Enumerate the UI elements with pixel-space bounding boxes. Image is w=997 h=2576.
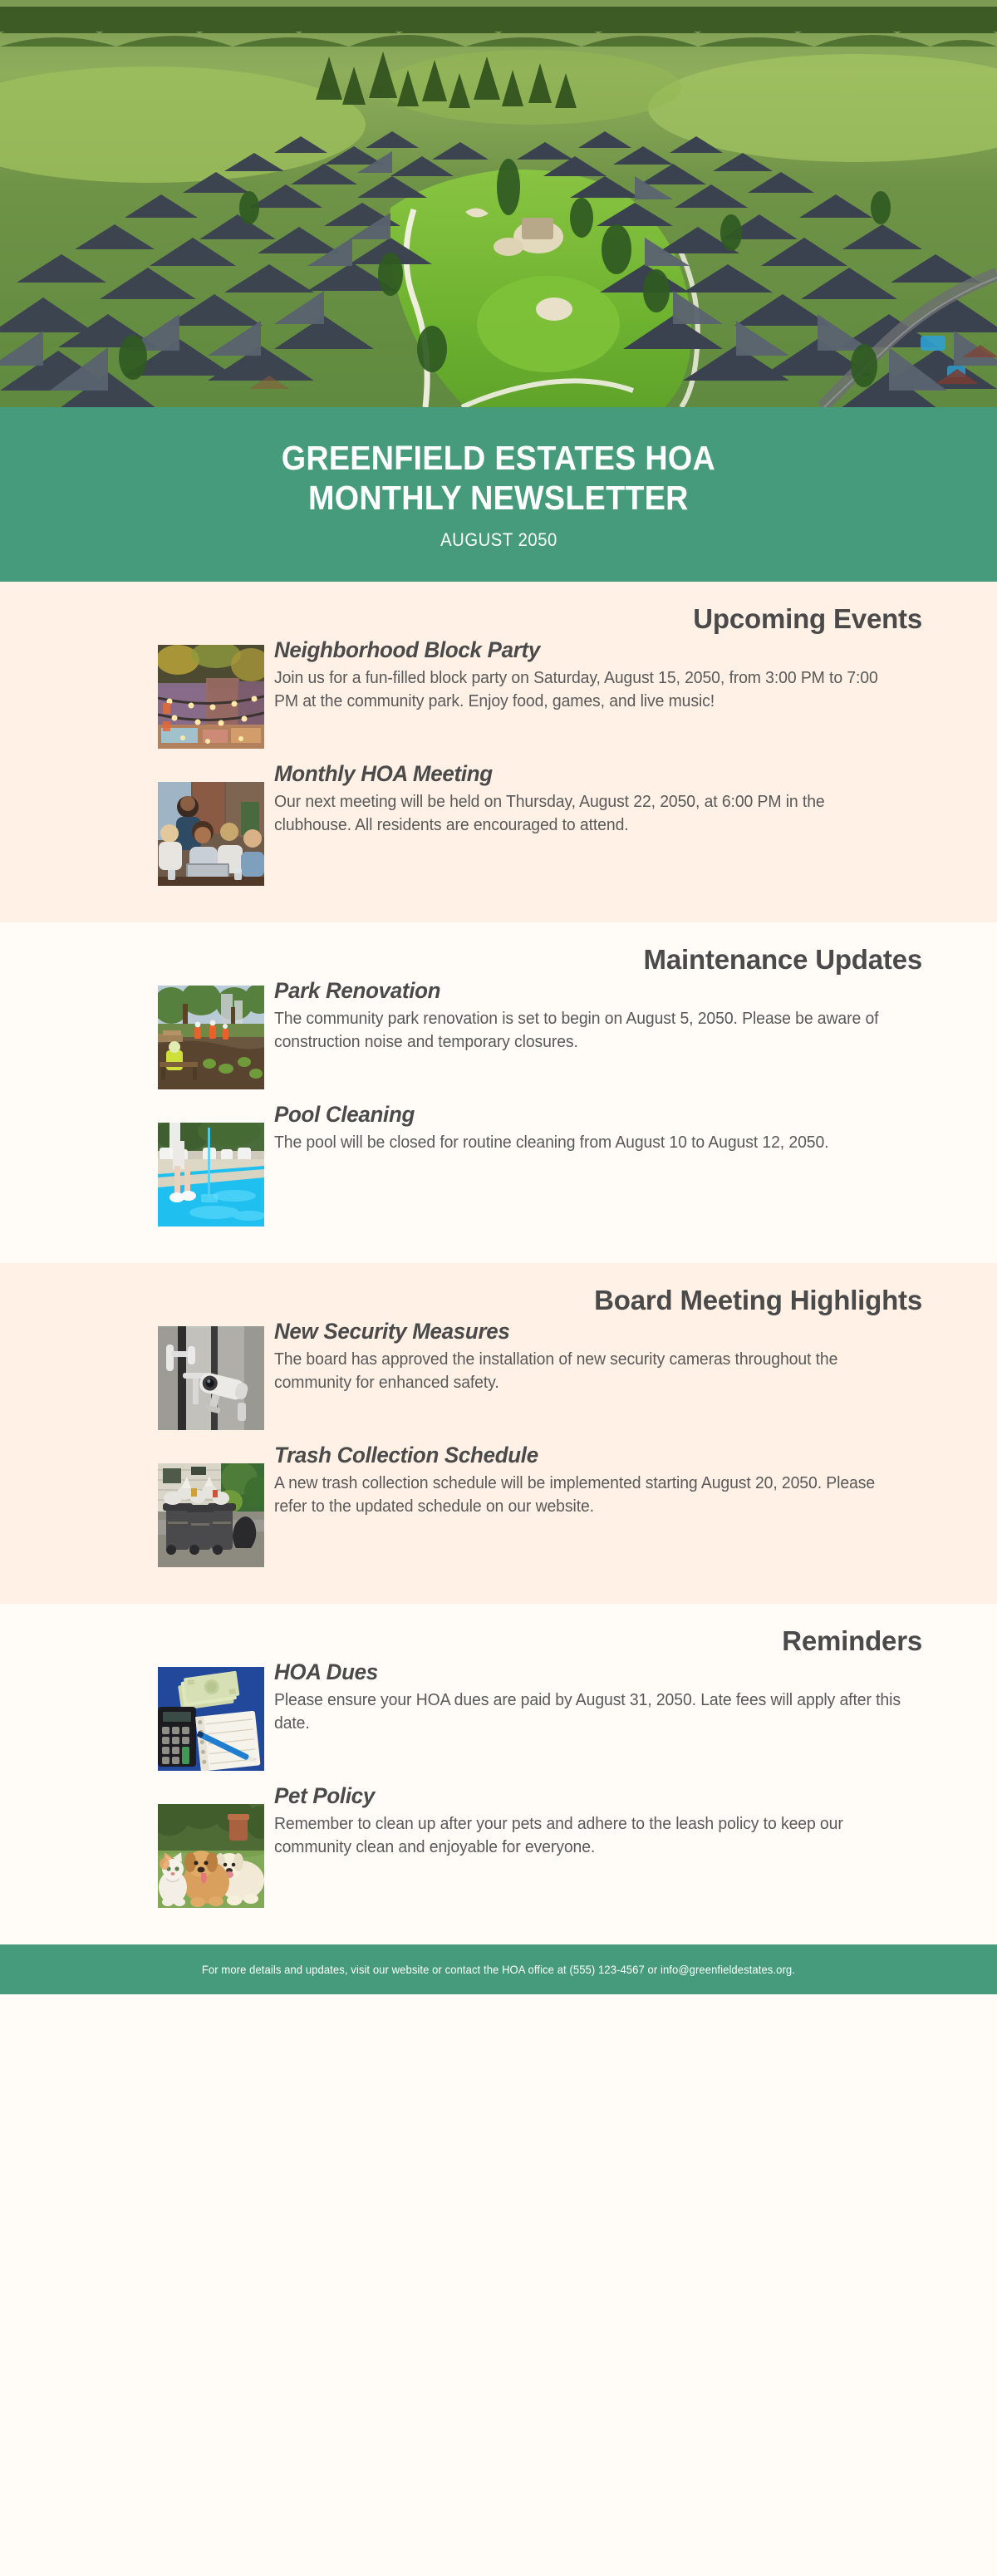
news-item: Trash Collection Schedule A new trash co… [58,1442,939,1567]
section-heading: Upcoming Events [693,603,922,634]
news-item-text: Remember to clean up after your pets and… [274,1814,843,1857]
hero-illustration [0,0,997,407]
section-board-meeting-highlights: Board Meeting Highlights New Security Me… [0,1263,997,1604]
news-item-text: Join us for a fun-filled block party on … [274,668,878,711]
news-item: New Security Measures The board has appr… [58,1318,939,1430]
news-item-title: Park Renovation [274,978,441,1003]
security-camera-thumbnail [158,1326,264,1430]
section-heading: Reminders [782,1625,922,1656]
news-item-media [58,977,274,1089]
section-upcoming-events: Upcoming Events Neighborhood Block Party… [0,582,997,922]
swimming-pool-cleaning-thumbnail [158,1123,264,1227]
news-item-body: Neighborhood Block Party Join us for a f… [274,637,939,714]
newsletter-title-banner: GREENFIELD ESTATES HOA MONTHLY NEWSLETTE… [0,407,997,582]
news-item-body: Trash Collection Schedule A new trash co… [274,1442,939,1519]
footer-bar: For more details and updates, visit our … [0,1944,997,1994]
news-item-title: Neighborhood Block Party [274,637,541,662]
page-title-line-2: MONTHLY NEWSLETTER [308,479,689,517]
news-item-title: HOA Dues [274,1659,378,1684]
news-item-media [58,1442,274,1567]
cat-and-dogs-thumbnail [158,1804,264,1908]
news-item-body: Pool Cleaning The pool will be closed fo… [274,1101,939,1154]
news-item-text: Our next meeting will be held on Thursda… [274,792,825,835]
group-meeting-laptop-thumbnail [158,782,264,886]
news-item: Neighborhood Block Party Join us for a f… [58,637,939,749]
news-item: Monthly HOA Meeting Our next meeting wil… [58,760,939,886]
issue-date: AUGUST 2050 [440,529,557,551]
news-item-text: The community park renovation is set to … [274,1009,879,1052]
hero-image [0,0,997,407]
news-item-body: Pet Policy Remember to clean up after yo… [274,1782,939,1860]
section-maintenance-updates: Maintenance Updates Park Renovation The … [0,922,997,1263]
news-item-title: Pet Policy [274,1783,376,1808]
street-festival-lights-thumbnail [158,645,264,749]
news-item: Pet Policy Remember to clean up after yo… [58,1782,939,1908]
section-heading: Maintenance Updates [643,944,923,975]
news-item-media [58,637,274,749]
news-item-text: Please ensure your HOA dues are paid by … [274,1690,901,1733]
news-item: Pool Cleaning The pool will be closed fo… [58,1101,939,1227]
trash-bins-curbside-thumbnail [158,1463,264,1567]
footer-contact-text: For more details and updates, visit our … [201,1963,796,1976]
news-item-body: Monthly HOA Meeting Our next meeting wil… [274,760,939,838]
calculator-money-notebook-thumbnail [158,1667,264,1771]
news-item-title: Pool Cleaning [274,1102,415,1127]
news-item-title: Monthly HOA Meeting [274,761,493,786]
news-item-media [58,1782,274,1908]
news-item-body: HOA Dues Please ensure your HOA dues are… [274,1659,939,1736]
news-item-body: New Security Measures The board has appr… [274,1318,939,1395]
news-item-media [58,1101,274,1227]
news-item-text: The board has approved the installation … [274,1349,838,1393]
section-heading: Board Meeting Highlights [594,1285,922,1315]
news-item-text: A new trash collection schedule will be … [274,1473,876,1517]
news-item-title: New Security Measures [274,1319,510,1344]
page-title: GREENFIELD ESTATES HOA MONTHLY NEWSLETTE… [282,438,715,519]
news-item-media [58,760,274,886]
page-title-line-1: GREENFIELD ESTATES HOA [281,438,716,477]
news-item: HOA Dues Please ensure your HOA dues are… [58,1659,939,1771]
park-construction-workers-thumbnail [158,986,264,1089]
news-item-title: Trash Collection Schedule [274,1443,538,1467]
news-item-media [58,1318,274,1430]
news-item: Park Renovation The community park renov… [58,977,939,1089]
section-reminders: Reminders HOA Dues Please ensure your HO… [0,1604,997,1944]
news-item-body: Park Renovation The community park renov… [274,977,939,1054]
news-item-text: The pool will be closed for routine clea… [274,1133,829,1152]
news-item-media [58,1659,274,1771]
